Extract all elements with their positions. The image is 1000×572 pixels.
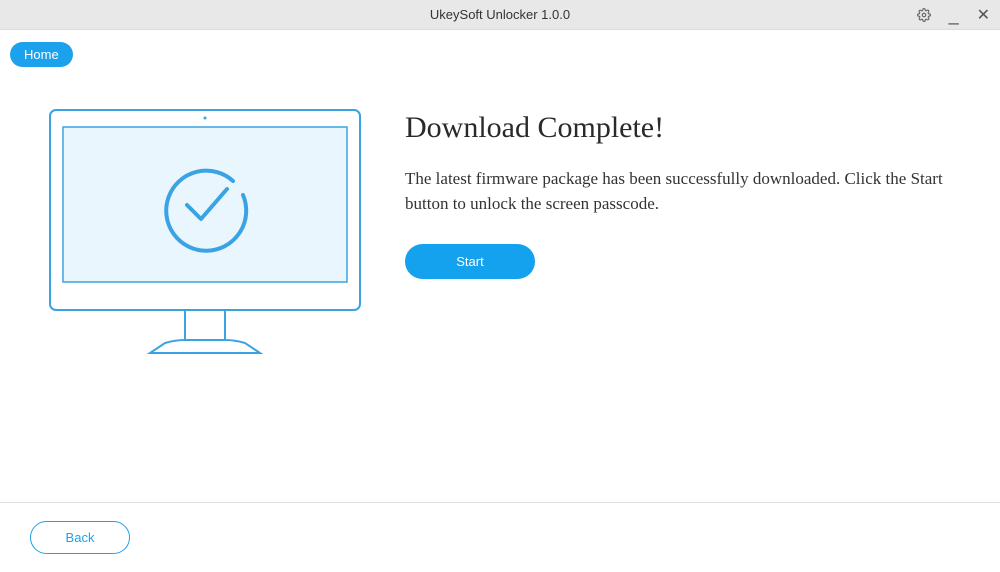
home-tab-label: Home <box>24 47 59 62</box>
settings-icon[interactable] <box>917 8 931 22</box>
titlebar: UkeySoft Unlocker 1.0.0 _ ✕ <box>0 0 1000 30</box>
home-tab[interactable]: Home <box>10 42 73 67</box>
back-button[interactable]: Back <box>30 521 130 554</box>
start-button-label: Start <box>456 254 483 269</box>
monitor-checkmark-illustration <box>45 105 365 365</box>
start-button[interactable]: Start <box>405 244 535 279</box>
headline: Download Complete! <box>405 111 955 145</box>
close-icon[interactable]: ✕ <box>977 5 990 25</box>
content-panel: Download Complete! The latest firmware p… <box>405 105 955 365</box>
window-title: UkeySoft Unlocker 1.0.0 <box>430 7 570 22</box>
description: The latest firmware package has been suc… <box>405 167 955 216</box>
titlebar-controls: _ ✕ <box>917 5 990 25</box>
footer: Back <box>0 502 1000 572</box>
minimize-icon[interactable]: _ <box>949 11 959 19</box>
main-content: Download Complete! The latest firmware p… <box>45 105 955 365</box>
back-button-label: Back <box>66 530 95 545</box>
